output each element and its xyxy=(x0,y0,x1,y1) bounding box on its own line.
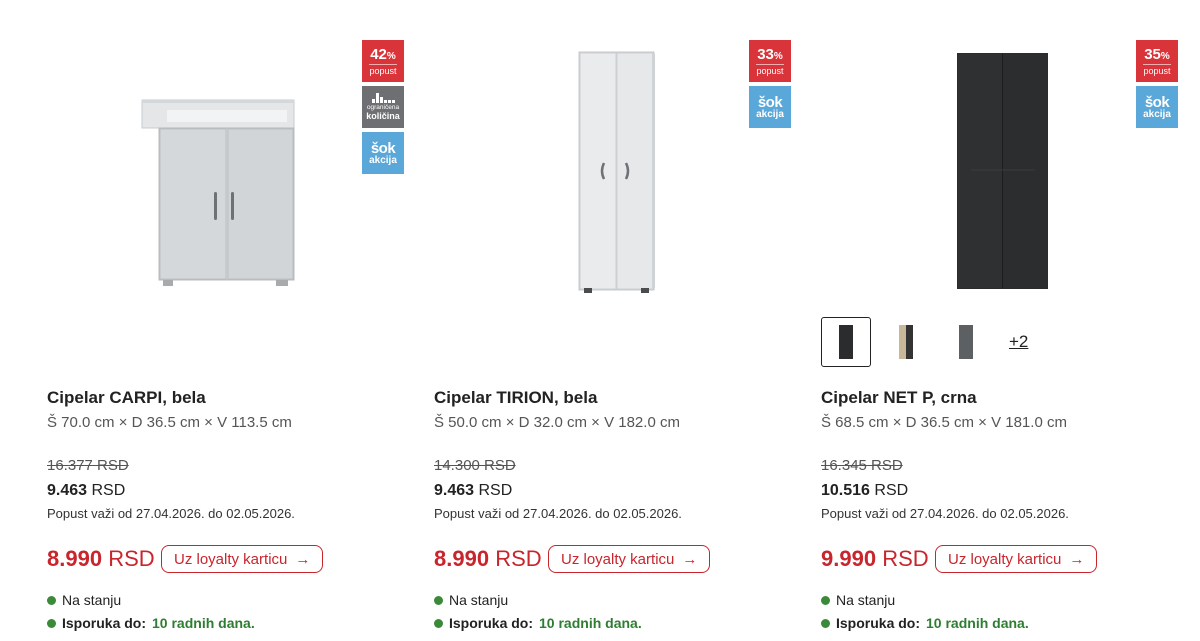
discount-validity: Popust važi od 27.04.2026. do 02.05.2026… xyxy=(47,506,295,521)
discount-badge: 35% popust xyxy=(1136,40,1178,82)
stock-status: Na stanju xyxy=(47,592,121,608)
sok-akcija-badge: šok akcija xyxy=(1136,86,1178,128)
loyalty-card-button[interactable]: Uz loyalty karticu → xyxy=(935,545,1098,573)
sok-akcija-badge: šok akcija xyxy=(362,132,404,174)
in-stock-dot-icon xyxy=(821,595,830,605)
variant-graphite[interactable] xyxy=(941,317,991,367)
arrow-right-icon: → xyxy=(1069,550,1085,568)
loyalty-price: 8.990 RSD xyxy=(434,546,542,571)
loyalty-price: 9.990 RSD xyxy=(821,546,929,571)
sok-akcija-badge: šok akcija xyxy=(749,86,791,128)
stock-status: Na stanju xyxy=(434,592,508,608)
variant-oak-black[interactable] xyxy=(881,317,931,367)
loyalty-price: 8.990 RSD xyxy=(47,546,155,571)
product-card[interactable]: 33% popust šok akcija Cipelar TIRION, be… xyxy=(434,0,804,641)
badge-stack: 42% popust ograničena količina šok akcij… xyxy=(362,40,404,174)
old-price: 16.377 RSD xyxy=(47,457,129,474)
stock-status: Na stanju xyxy=(821,592,895,608)
in-stock-dot-icon xyxy=(47,595,56,605)
discount-validity: Popust važi od 27.04.2026. do 02.05.2026… xyxy=(821,506,1069,521)
limited-quantity-badge: ograničena količina xyxy=(362,86,404,128)
arrow-right-icon: → xyxy=(682,550,698,568)
more-variants-link[interactable]: +2 xyxy=(1009,332,1028,352)
sale-price: 10.516 RSD xyxy=(821,482,909,499)
discount-badge: 33% popust xyxy=(749,40,791,82)
bars-icon xyxy=(371,93,395,104)
product-dimensions: Š 70.0 cm × D 36.5 cm × V 113.5 cm xyxy=(47,414,292,431)
sale-price: 9.463 RSD xyxy=(434,482,513,499)
delivery-info: Isporuka do: 10 radnih dana. xyxy=(821,615,1029,631)
discount-validity: Popust važi od 27.04.2026. do 02.05.2026… xyxy=(434,506,682,521)
old-price: 14.300 RSD xyxy=(434,457,516,474)
delivery-info: Isporuka do: 10 radnih dana. xyxy=(434,615,642,631)
product-title[interactable]: Cipelar TIRION, bela xyxy=(434,388,597,408)
loyalty-card-button[interactable]: Uz loyalty karticu → xyxy=(161,545,324,573)
delivery-dot-icon xyxy=(47,618,56,628)
sale-price: 9.463 RSD xyxy=(47,482,126,499)
product-card[interactable]: 42% popust ograničena količina šok akcij… xyxy=(47,0,417,641)
old-price: 16.345 RSD xyxy=(821,457,903,474)
product-image[interactable] xyxy=(434,30,794,310)
product-card[interactable]: 35% popust šok akcija +2 Cipelar NET P, … xyxy=(821,0,1191,641)
product-image[interactable] xyxy=(821,30,1181,310)
delivery-info: Isporuka do: 10 radnih dana. xyxy=(47,615,255,631)
badge-stack: 33% popust šok akcija xyxy=(749,40,791,128)
loyalty-card-button[interactable]: Uz loyalty karticu → xyxy=(548,545,711,573)
delivery-dot-icon xyxy=(434,618,443,628)
product-title[interactable]: Cipelar CARPI, bela xyxy=(47,388,206,408)
delivery-dot-icon xyxy=(821,618,830,628)
product-image[interactable] xyxy=(47,30,407,310)
product-dimensions: Š 50.0 cm × D 32.0 cm × V 182.0 cm xyxy=(434,414,680,431)
product-title[interactable]: Cipelar NET P, crna xyxy=(821,388,977,408)
in-stock-dot-icon xyxy=(434,595,443,605)
product-dimensions: Š 68.5 cm × D 36.5 cm × V 181.0 cm xyxy=(821,414,1067,431)
variant-black[interactable] xyxy=(821,317,871,367)
discount-badge: 42% popust xyxy=(362,40,404,82)
arrow-right-icon: → xyxy=(295,550,311,568)
badge-stack: 35% popust šok akcija xyxy=(1136,40,1178,128)
color-variants: +2 xyxy=(821,317,1028,367)
